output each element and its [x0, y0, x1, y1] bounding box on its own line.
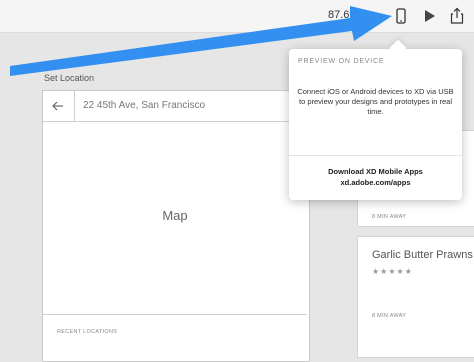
card-distance: 8 MIN AWAY	[372, 313, 407, 319]
restaurant-card[interactable]: Garlic Butter Prawns ★★★★★ 8 MIN AWAY	[357, 236, 474, 358]
preview-on-device-popover: PREVIEW ON DEVICE Connect iOS or Android…	[289, 39, 462, 200]
download-apps-url[interactable]: xd.adobe.com/apps	[289, 178, 462, 187]
search-divider	[74, 91, 75, 121]
artboard-set-location[interactable]: 22 45th Ave, San Francisco Map RECENT LO…	[42, 90, 310, 362]
card-title: Garlic Butter Prawns	[372, 249, 473, 261]
popover-body: Connect iOS or Android devices to XD via…	[297, 87, 454, 116]
toolbar: 87.6%	[0, 0, 474, 33]
card-distance: 8 MIN AWAY	[372, 214, 407, 220]
share-icon[interactable]	[447, 6, 467, 26]
popover-heading: PREVIEW ON DEVICE	[298, 58, 385, 65]
phone-icon[interactable]	[391, 6, 411, 26]
download-apps-link[interactable]: Download XD Mobile Apps	[289, 167, 462, 176]
star-rating: ★★★★★	[372, 267, 413, 276]
play-icon[interactable]	[419, 6, 439, 26]
map-label: Map	[162, 208, 188, 223]
search-input: 22 45th Ave, San Francisco	[83, 100, 206, 111]
back-arrow-icon	[51, 99, 65, 113]
popover-arrow	[389, 39, 407, 57]
map-placeholder: Map	[43, 121, 307, 315]
recent-locations-label: RECENT LOCATIONS	[57, 329, 118, 335]
zoom-level[interactable]: 87.6%	[328, 9, 359, 21]
popover-divider	[289, 155, 462, 156]
search-bar: 22 45th Ave, San Francisco	[43, 91, 309, 122]
artboard-label[interactable]: Set Location	[44, 73, 94, 83]
